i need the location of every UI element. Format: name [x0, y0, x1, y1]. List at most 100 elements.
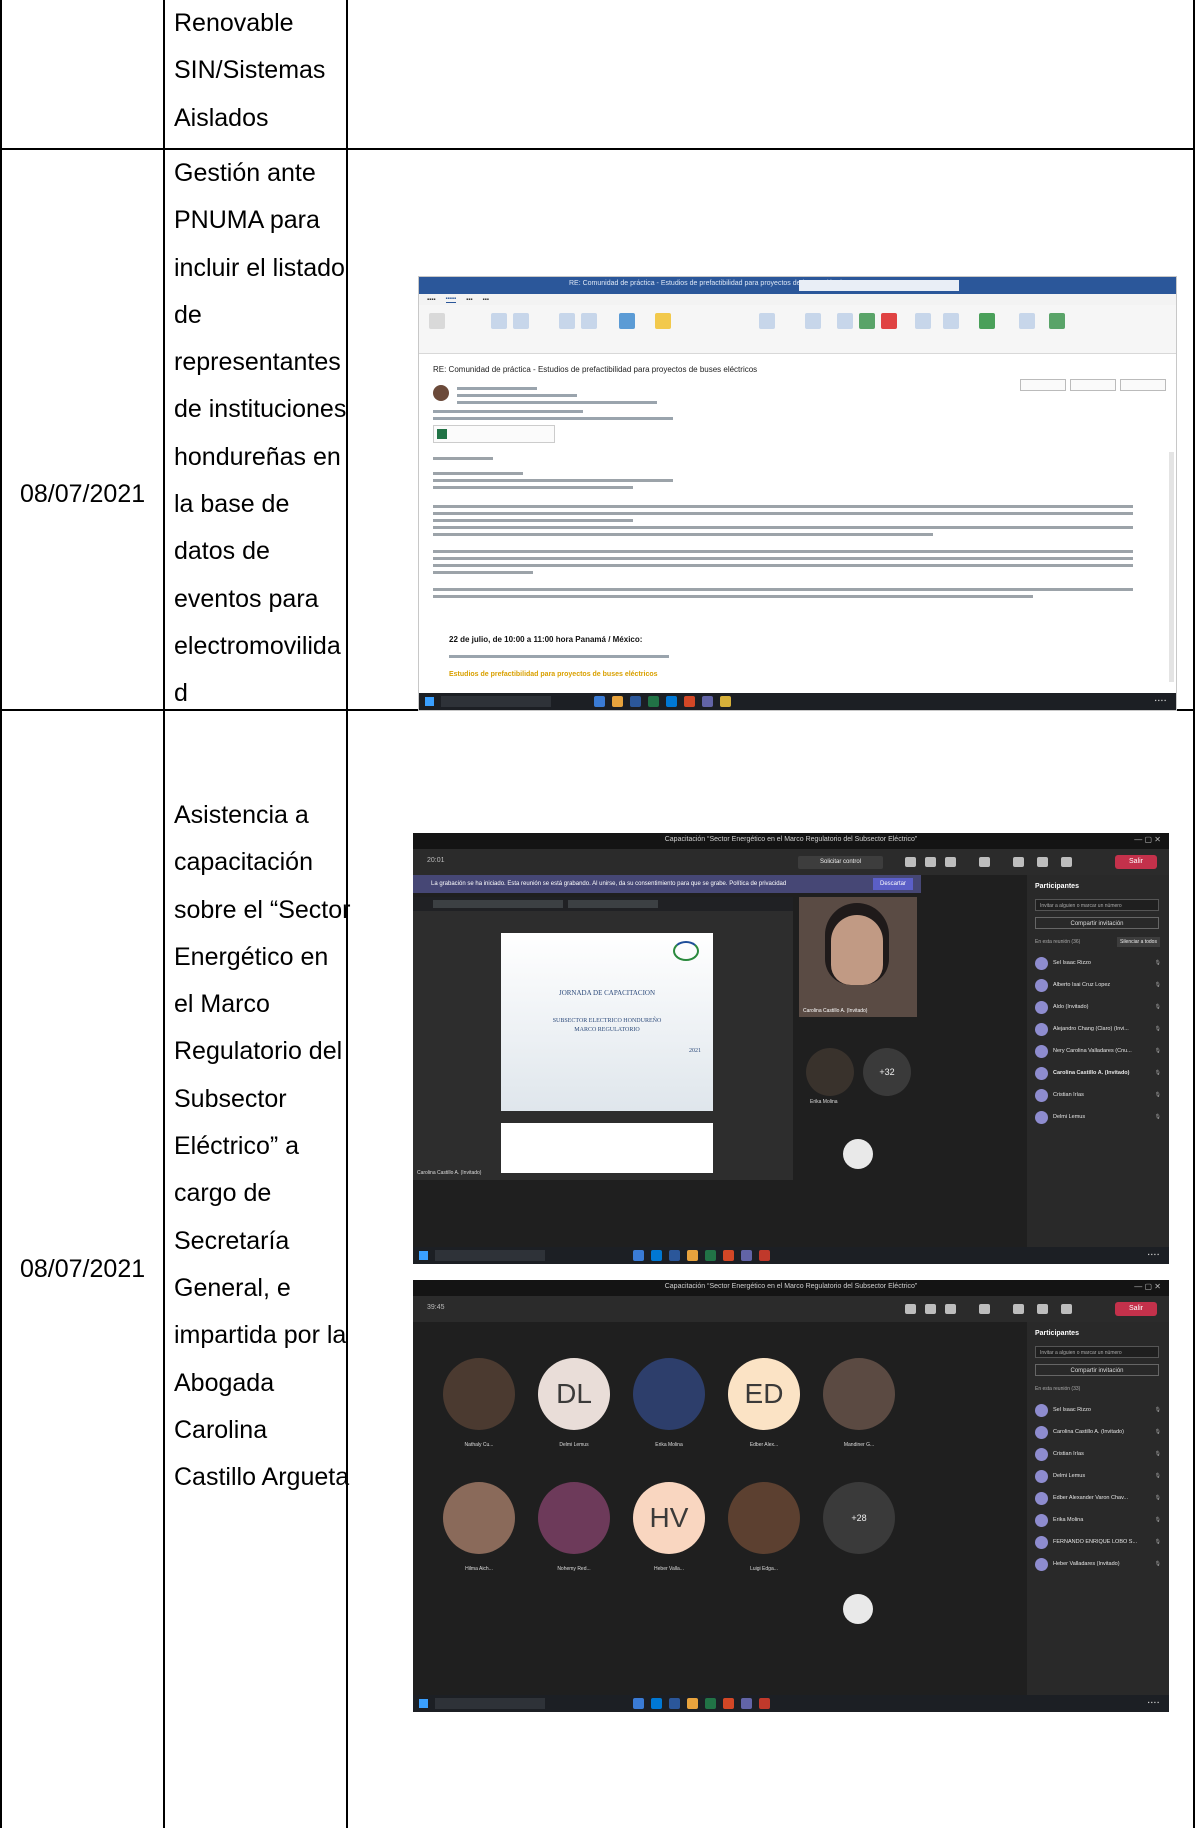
leave-button[interactable]: Salir: [1115, 855, 1157, 869]
reactions-icon[interactable]: [945, 857, 956, 867]
app-icon[interactable]: [633, 1250, 644, 1261]
list-item[interactable]: Sel Isaac Rizzo 🎙: [1035, 953, 1163, 975]
delete-icon: [429, 313, 445, 329]
mute-all-button[interactable]: Silenciar a todos: [1117, 937, 1160, 947]
taskbar-search[interactable]: [435, 1698, 545, 1709]
app-icon[interactable]: [702, 696, 713, 707]
app-icon[interactable]: [594, 696, 605, 707]
browser-tabs: [413, 897, 793, 911]
reply-button[interactable]: [1020, 379, 1066, 391]
share-invitation-button[interactable]: Compartir invitación: [1035, 1364, 1159, 1376]
app-icon[interactable]: [648, 696, 659, 707]
leave-button[interactable]: Salir: [1115, 1302, 1157, 1316]
reply-all-button[interactable]: [1070, 379, 1116, 391]
overflow-count-tile[interactable]: +28: [823, 1482, 895, 1554]
windows-start-icon[interactable]: [419, 1699, 428, 1708]
email-line: [449, 655, 669, 658]
participant-name: Heber Valladares (Invitado): [1053, 1561, 1120, 1567]
share-icon[interactable]: [1061, 857, 1072, 867]
participants-icon[interactable]: [905, 857, 916, 867]
description-line: PNUMA para: [174, 206, 320, 235]
app-icon[interactable]: [651, 1698, 662, 1709]
app-icon[interactable]: [705, 1698, 716, 1709]
app-icon[interactable]: [669, 1698, 680, 1709]
participant-name: FERNANDO ENRIQUE LOBO S...: [1053, 1539, 1138, 1545]
list-item[interactable]: FERNANDO ENRIQUE LOBO S... 🎙: [1035, 1532, 1163, 1554]
app-icon[interactable]: [684, 696, 695, 707]
windows-start-icon[interactable]: [419, 1251, 428, 1260]
app-icon[interactable]: [612, 696, 623, 707]
microphone-icon[interactable]: [1037, 1304, 1048, 1314]
app-icon[interactable]: [651, 1250, 662, 1261]
list-item[interactable]: Carolina Castillo A. (Invitado) 🎙: [1035, 1063, 1163, 1085]
email-actions: [1020, 379, 1166, 391]
unread-icon: [837, 313, 853, 329]
speaker-video: Carolina Castillo A. (Invitado): [799, 897, 917, 1017]
list-item[interactable]: Cristian Irías 🎙: [1035, 1085, 1163, 1107]
app-icon[interactable]: [759, 1698, 770, 1709]
description-line: Secretaría: [174, 1226, 290, 1255]
share-invitation-button[interactable]: Compartir invitación: [1035, 917, 1159, 929]
list-item[interactable]: Sel Isaac Rizzo 🎙: [1035, 1400, 1163, 1422]
app-icon[interactable]: [759, 1250, 770, 1261]
list-item[interactable]: Delmi Lemus 🎙: [1035, 1466, 1163, 1488]
camera-icon[interactable]: [1013, 857, 1024, 867]
list-item[interactable]: Erika Molina 🎙: [1035, 1510, 1163, 1532]
chat-icon[interactable]: [925, 857, 936, 867]
teams-screenshot-gallery: Capacitación “Sector Energético en el Ma…: [413, 1280, 1169, 1712]
participants-icon[interactable]: [905, 1304, 916, 1314]
participant-tile-name: Delmi Lemus: [559, 1442, 589, 1448]
app-icon[interactable]: [705, 1250, 716, 1261]
app-icon[interactable]: [669, 1250, 680, 1261]
taskbar-search[interactable]: [441, 696, 551, 707]
institution-logo: [673, 941, 699, 961]
chat-icon[interactable]: [925, 1304, 936, 1314]
participants-title: Participantes: [1035, 883, 1079, 890]
more-options-icon[interactable]: [979, 857, 990, 867]
zoom-icon: [1019, 313, 1035, 329]
participant-tile-name: Erika Molina: [810, 1099, 838, 1105]
camera-icon[interactable]: [1013, 1304, 1024, 1314]
invite-search[interactable]: Invitar a alguien o marcar un número: [1035, 1346, 1159, 1358]
app-icon[interactable]: [687, 1250, 698, 1261]
windows-start-icon[interactable]: [425, 697, 434, 706]
share-icon[interactable]: [1061, 1304, 1072, 1314]
list-item[interactable]: Alberto Isai Cruz Lopez 🎙: [1035, 975, 1163, 997]
forward-button[interactable]: [1120, 379, 1166, 391]
list-item[interactable]: Nery Carolina Valladares (Cnu... 🎙: [1035, 1041, 1163, 1063]
window-controls[interactable]: — ▢ ✕: [1134, 1282, 1161, 1291]
list-item[interactable]: Alejandro Chang (Claro) (Invi... 🎙: [1035, 1019, 1163, 1041]
list-item[interactable]: Cristian Irías 🎙: [1035, 1444, 1163, 1466]
overflow-count-tile[interactable]: +32: [863, 1048, 911, 1096]
request-control-button[interactable]: Solicitar control: [798, 856, 883, 869]
description-line: incluir el listado: [174, 253, 345, 282]
reactions-icon[interactable]: [945, 1304, 956, 1314]
cc-line: [457, 401, 657, 404]
more-options-icon[interactable]: [979, 1304, 990, 1314]
app-icon[interactable]: [741, 1698, 752, 1709]
app-icon[interactable]: [630, 696, 641, 707]
list-item[interactable]: Delmi Lemus 🎙: [1035, 1107, 1163, 1129]
email-scrollbar[interactable]: [1169, 452, 1174, 682]
participant-video-tile: [806, 1048, 854, 1096]
app-icon[interactable]: [723, 1250, 734, 1261]
app-icon[interactable]: [720, 696, 731, 707]
windows-taskbar: ▪ ▪ ▪ ▪: [419, 693, 1176, 710]
list-item[interactable]: Edber Alexander Varon Chav... 🎙: [1035, 1488, 1163, 1510]
window-controls[interactable]: — ▢ ✕: [1134, 835, 1161, 844]
participant-name: Nery Carolina Valladares (Cnu...: [1053, 1048, 1132, 1054]
dismiss-button[interactable]: Descartar: [873, 878, 913, 890]
list-item[interactable]: Aldo (Invitado) 🎙: [1035, 997, 1163, 1019]
app-icon[interactable]: [633, 1698, 644, 1709]
app-icon[interactable]: [687, 1698, 698, 1709]
app-icon[interactable]: [741, 1250, 752, 1261]
invite-search[interactable]: Invitar a alguien o marcar un número: [1035, 899, 1159, 911]
app-icon[interactable]: [723, 1698, 734, 1709]
taskbar-search[interactable]: [435, 1250, 545, 1261]
attachment-chip[interactable]: [433, 425, 555, 443]
app-icon[interactable]: [666, 696, 677, 707]
list-item[interactable]: Carolina Castillo A. (Invitado) 🎙: [1035, 1422, 1163, 1444]
participants-panel: Participantes Invitar a alguien o marcar…: [1027, 875, 1169, 1247]
list-item[interactable]: Heber Valladares (Invitado) 🎙: [1035, 1554, 1163, 1576]
microphone-icon[interactable]: [1037, 857, 1048, 867]
